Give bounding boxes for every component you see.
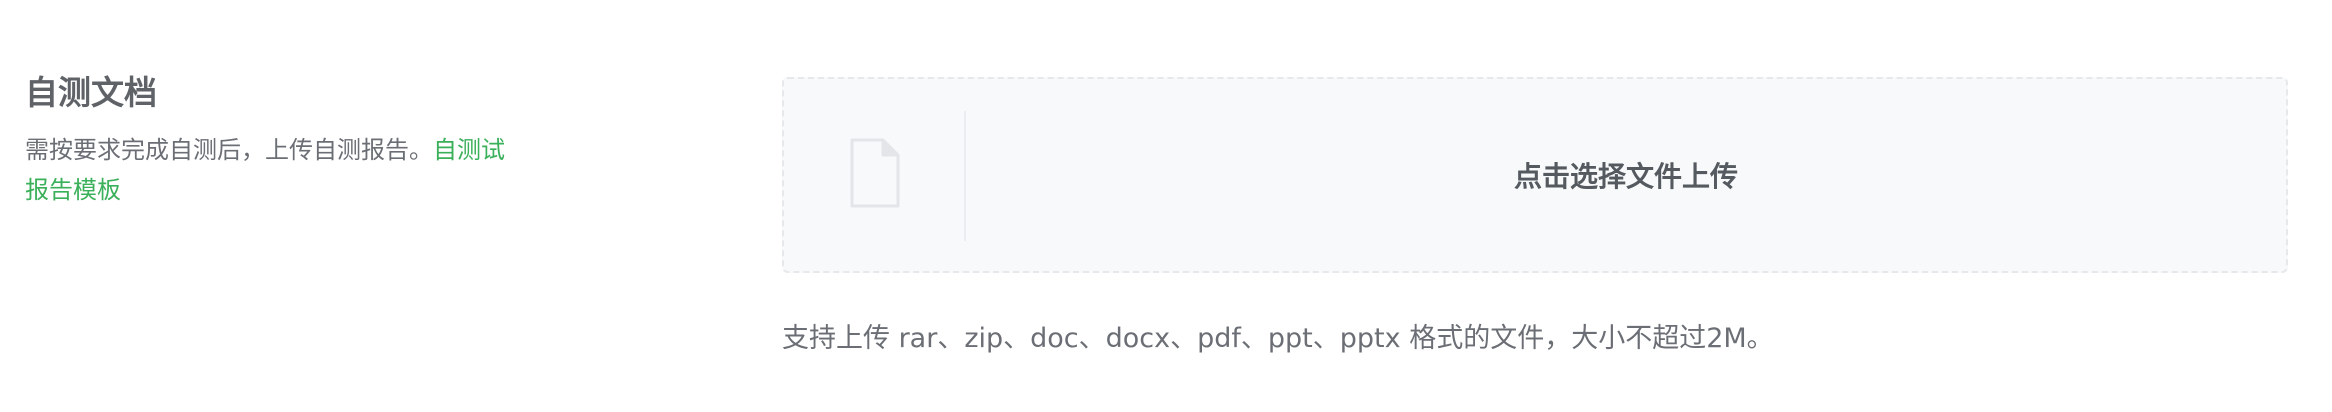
upload-icon-area	[784, 79, 966, 271]
upload-format-hint: 支持上传 rar、zip、doc、docx、pdf、ppt、pptx 格式的文件…	[782, 323, 1774, 354]
self-test-info: 自测文档 需按要求完成自测后，上传自测报告。自测试报告模板	[25, 70, 545, 210]
description-text: 需按要求完成自测后，上传自测报告。	[25, 136, 433, 164]
file-icon	[849, 137, 901, 213]
section-title: 自测文档	[25, 73, 157, 112]
self-test-document-section: 自测文档 需按要求完成自测后，上传自测报告。自测试报告模板 点击选择文件上传 支…	[0, 0, 2332, 412]
file-upload-dropzone[interactable]: 点击选择文件上传	[782, 77, 2288, 273]
section-description: 需按要求完成自测后，上传自测报告。自测试报告模板	[25, 130, 525, 210]
upload-button-label[interactable]: 点击选择文件上传	[966, 79, 2286, 271]
